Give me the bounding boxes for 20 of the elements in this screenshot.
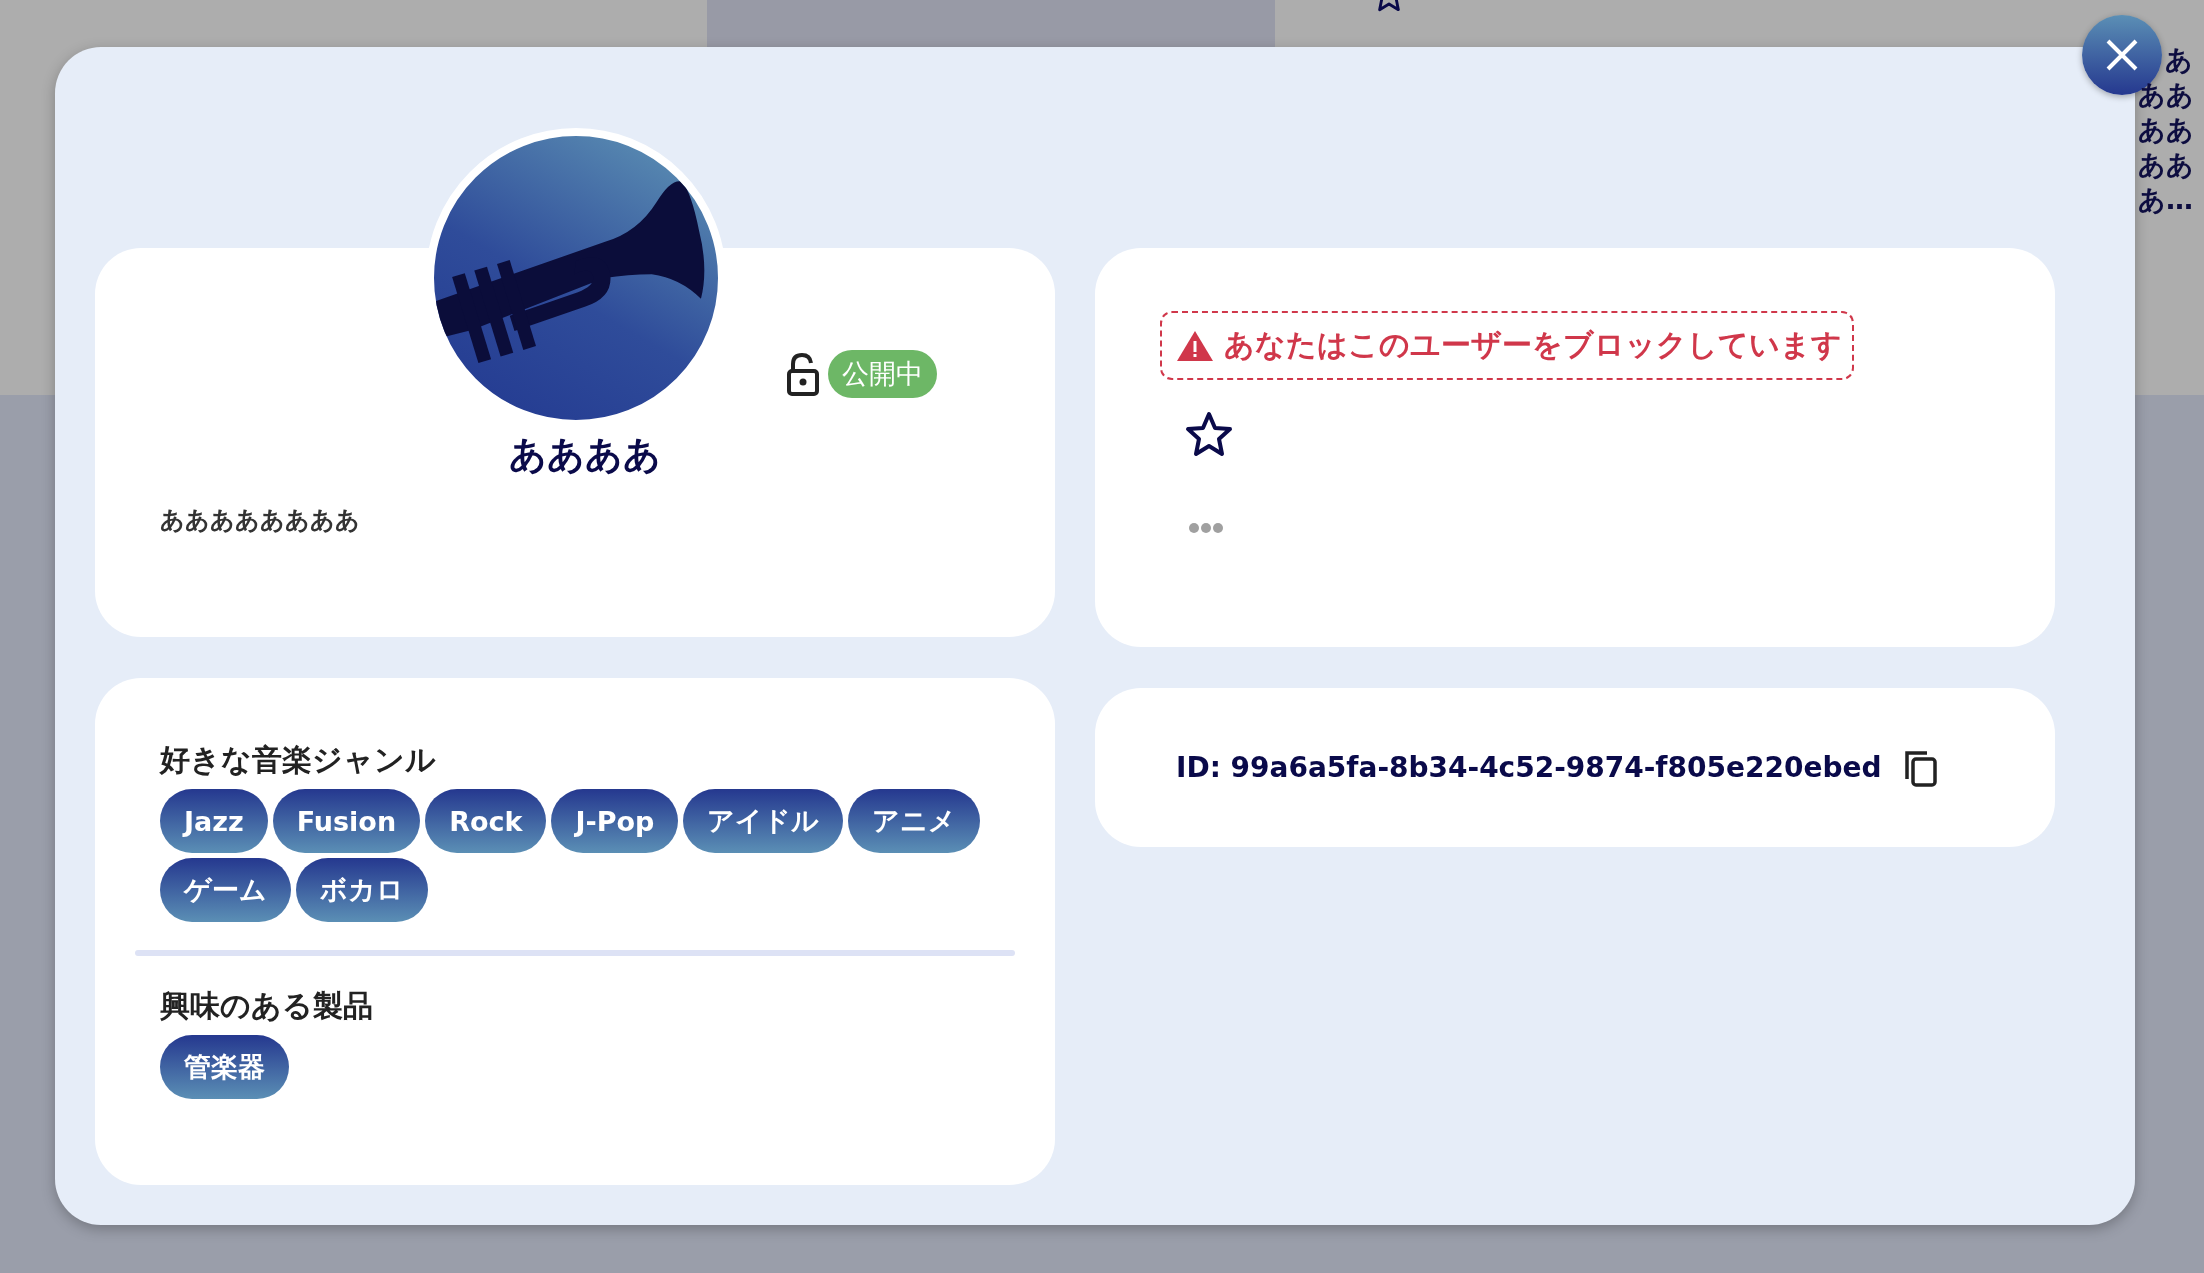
user-id: ID: 99a6a5fa-8b34-4c52-9874-f805e220ebed: [1176, 751, 1882, 784]
tag-chip[interactable]: ゲーム: [160, 858, 291, 922]
tag-chip[interactable]: アニメ: [848, 789, 981, 853]
more-icon[interactable]: [1188, 522, 1224, 534]
user-name: ああああ: [508, 432, 662, 478]
section-heading: 興味のある製品: [160, 987, 374, 1025]
tag-chip[interactable]: J-Pop: [551, 789, 679, 853]
copy-icon[interactable]: [1903, 748, 1940, 787]
tag-chip[interactable]: アイドル: [683, 789, 844, 853]
tag-chip[interactable]: Jazz: [160, 789, 268, 853]
tag-chip[interactable]: Fusion: [272, 789, 421, 853]
tag-chip[interactable]: ボカロ: [296, 858, 428, 922]
tag-chip[interactable]: Rock: [425, 789, 547, 853]
user-bio: ああああああああ: [160, 505, 361, 536]
status-badge: 公開中: [828, 350, 937, 398]
tag-chip[interactable]: 管楽器: [160, 1035, 289, 1099]
close-icon: [2104, 37, 2140, 73]
section-heading: 好きな音楽ジャンル: [160, 741, 437, 779]
block-message: あなたはこのユーザーをブロックしています: [1224, 326, 1842, 364]
truncated-text: ああああああああ…: [2138, 43, 2195, 218]
